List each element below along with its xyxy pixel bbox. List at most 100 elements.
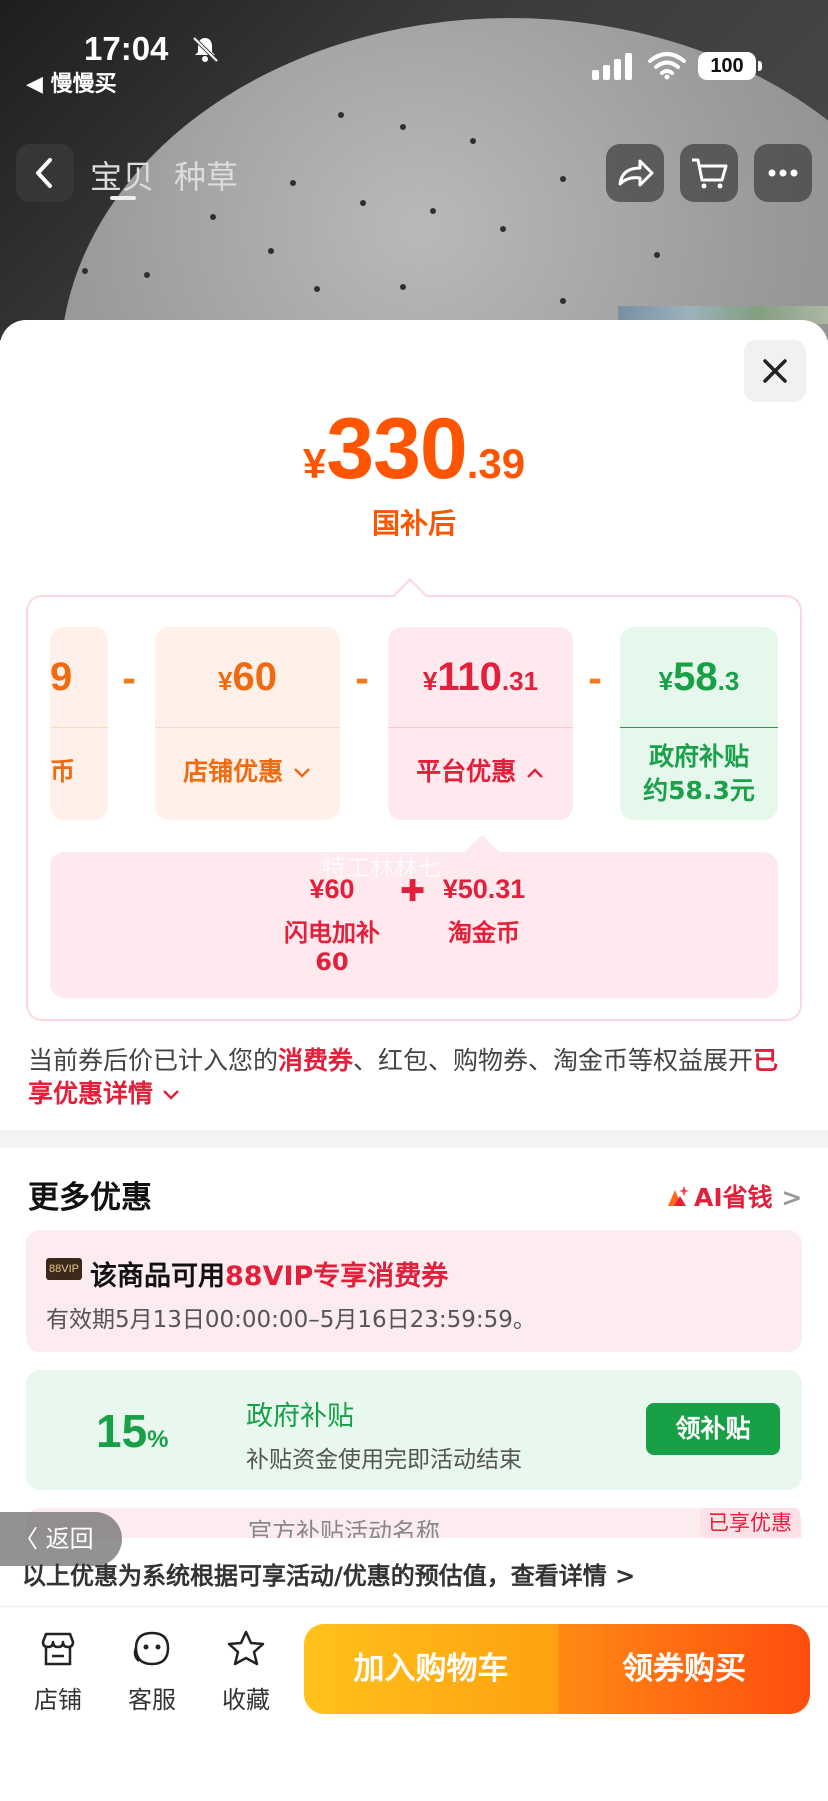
partial-offer-text: 官方补贴活动名称 bbox=[248, 1518, 440, 1538]
share-icon bbox=[618, 159, 654, 187]
chevron-up-icon bbox=[526, 768, 543, 778]
status-bar: 17:04 ◀ 慢慢买 100 bbox=[0, 0, 828, 100]
price-decimal: .39 bbox=[466, 440, 526, 487]
chevron-down-icon bbox=[293, 768, 310, 778]
tab-product[interactable]: 宝贝 bbox=[90, 158, 154, 196]
gov-offer-desc: 补贴资金使用完即活动结束 bbox=[246, 1447, 522, 1473]
photo-dot bbox=[338, 112, 344, 118]
photo-dot bbox=[82, 268, 88, 274]
taojinbi-item: ¥50.31 淘金币 bbox=[424, 874, 544, 948]
photo-dot bbox=[210, 214, 216, 220]
favorite-label: 收藏 bbox=[222, 1686, 270, 1714]
cart-icon bbox=[692, 158, 728, 189]
platform-discount-value: 110 bbox=[437, 655, 502, 699]
section-divider bbox=[0, 1130, 828, 1148]
photo-dot bbox=[560, 176, 566, 182]
gov-subsidy-label: 政府补贴 bbox=[648, 742, 749, 771]
photo-dot bbox=[144, 272, 150, 278]
lightning-subsidy-amount: 60 bbox=[315, 948, 349, 976]
platform-discount-currency: ¥ bbox=[422, 666, 438, 696]
favorite-button[interactable]: 收藏 bbox=[206, 1628, 286, 1715]
estimate-disclaimer-link[interactable]: 以上优惠为系统根据可享活动/优惠的预估值，查看详情 > bbox=[22, 1556, 635, 1591]
price-label: 国补后 bbox=[371, 507, 456, 540]
cutoff-card-value: 9 bbox=[50, 655, 73, 699]
active-tab-indicator bbox=[110, 196, 136, 200]
ai-sparkle-icon bbox=[668, 1186, 689, 1206]
gov-subsidy-decimal: .3 bbox=[717, 666, 740, 696]
shop-discount-card[interactable]: ¥60 店铺优惠 bbox=[155, 627, 340, 820]
bottom-bar-divider bbox=[0, 1606, 828, 1607]
minus-sign: - bbox=[354, 660, 370, 700]
customer-service-button[interactable]: 客服 bbox=[112, 1628, 192, 1715]
gov-subsidy-value: 58 bbox=[673, 655, 718, 699]
cart-button[interactable] bbox=[680, 144, 738, 202]
coupon-buy-button[interactable]: 领券购买 bbox=[558, 1624, 810, 1714]
customer-service-label: 客服 bbox=[128, 1686, 176, 1714]
ellipsis-icon bbox=[768, 169, 798, 177]
taojinbi-label: 淘金币 bbox=[448, 919, 520, 947]
photo-dot bbox=[654, 252, 660, 258]
claim-subsidy-button[interactable]: 领补贴 bbox=[646, 1403, 780, 1455]
discount-card-cutoff[interactable]: 9 币 bbox=[50, 627, 108, 820]
vip-coupon-title: 该商品可用88VIP专享消费券 bbox=[90, 1261, 449, 1292]
gov-subsidy-card[interactable]: ¥58.3 政府补贴 约58.3元 bbox=[620, 627, 778, 820]
more-offers-title: 更多优惠 bbox=[28, 1180, 152, 1216]
shop-discount-value: 60 bbox=[232, 655, 277, 699]
share-button[interactable] bbox=[606, 144, 664, 202]
close-icon bbox=[763, 359, 787, 383]
cutoff-card-label: 币 bbox=[50, 727, 108, 820]
battery-indicator: 100 bbox=[698, 52, 762, 80]
more-options-button[interactable] bbox=[754, 144, 812, 202]
back-button[interactable] bbox=[16, 144, 74, 202]
tab-grass[interactable]: 种草 bbox=[174, 158, 238, 196]
platform-discount-label: 平台优惠 bbox=[416, 757, 517, 786]
plus-sign: ✚ bbox=[400, 874, 426, 909]
photo-dot bbox=[314, 286, 320, 292]
taojinbi-value: ¥50.31 bbox=[442, 874, 526, 904]
photo-dot bbox=[500, 226, 506, 232]
vip-badge-icon: 88VIP bbox=[46, 1258, 82, 1280]
chat-face-icon bbox=[133, 1631, 170, 1666]
add-to-cart-button[interactable]: 加入购物车 bbox=[304, 1624, 558, 1714]
shop-discount-currency: ¥ bbox=[218, 666, 233, 696]
photo-dot bbox=[268, 248, 274, 254]
cellular-signal-icon bbox=[592, 53, 632, 80]
lightning-subsidy-label: 闪电加补 bbox=[284, 919, 380, 947]
lightning-subsidy-value: ¥60 bbox=[309, 874, 355, 904]
coupon-note: 当前券后价已计入您的消费券、红包、购物券、淘金币等权益展开已享优惠详情 bbox=[28, 1046, 779, 1108]
photo-dot bbox=[400, 284, 406, 290]
photo-dot bbox=[400, 124, 406, 130]
platform-discount-decimal: .31 bbox=[501, 666, 539, 696]
shop-nav-button[interactable]: 店铺 bbox=[18, 1628, 98, 1715]
gov-subsidy-percent: 15% bbox=[96, 1405, 169, 1457]
detail-tabs: 宝贝 种草 bbox=[90, 152, 258, 198]
gov-subsidy-currency: ¥ bbox=[658, 666, 674, 696]
photo-dot bbox=[470, 138, 476, 144]
gov-subsidy-amount: 约58.3元 bbox=[643, 776, 755, 805]
mute-bell-icon bbox=[192, 36, 219, 63]
platform-discount-card[interactable]: ¥110.31 平台优惠 bbox=[388, 627, 573, 820]
ai-save-link[interactable]: AI省钱 > bbox=[664, 1178, 802, 1214]
minus-sign: - bbox=[587, 660, 603, 700]
minus-sign: - bbox=[121, 660, 137, 700]
vip-coupon-validity: 有效期5月13日00:00:00–5月16日23:59:59。 bbox=[46, 1307, 536, 1333]
store-icon bbox=[41, 1632, 75, 1666]
photo-dot bbox=[360, 200, 366, 206]
price-integer: 330 bbox=[326, 401, 467, 497]
ai-save-label: AI省钱 bbox=[694, 1183, 773, 1212]
photo-dot bbox=[560, 298, 566, 304]
chevron-left-icon bbox=[36, 158, 52, 188]
star-icon bbox=[227, 1630, 265, 1666]
status-time: 17:04 bbox=[84, 30, 169, 67]
photo-dot bbox=[290, 180, 296, 186]
chevron-down-icon bbox=[163, 1090, 179, 1100]
back-to-app-link[interactable]: ◀ 慢慢买 bbox=[26, 66, 117, 98]
close-button[interactable] bbox=[744, 340, 806, 402]
enjoyed-badge: 已享优惠 bbox=[700, 1508, 800, 1538]
final-price: ¥330.39 bbox=[0, 400, 828, 499]
shop-nav-label: 店铺 bbox=[34, 1686, 82, 1714]
gov-offer-title: 政府补贴 bbox=[246, 1401, 354, 1432]
price-currency: ¥ bbox=[302, 440, 327, 487]
photo-dot bbox=[430, 208, 436, 214]
chevron-right-icon: > bbox=[781, 1183, 803, 1212]
